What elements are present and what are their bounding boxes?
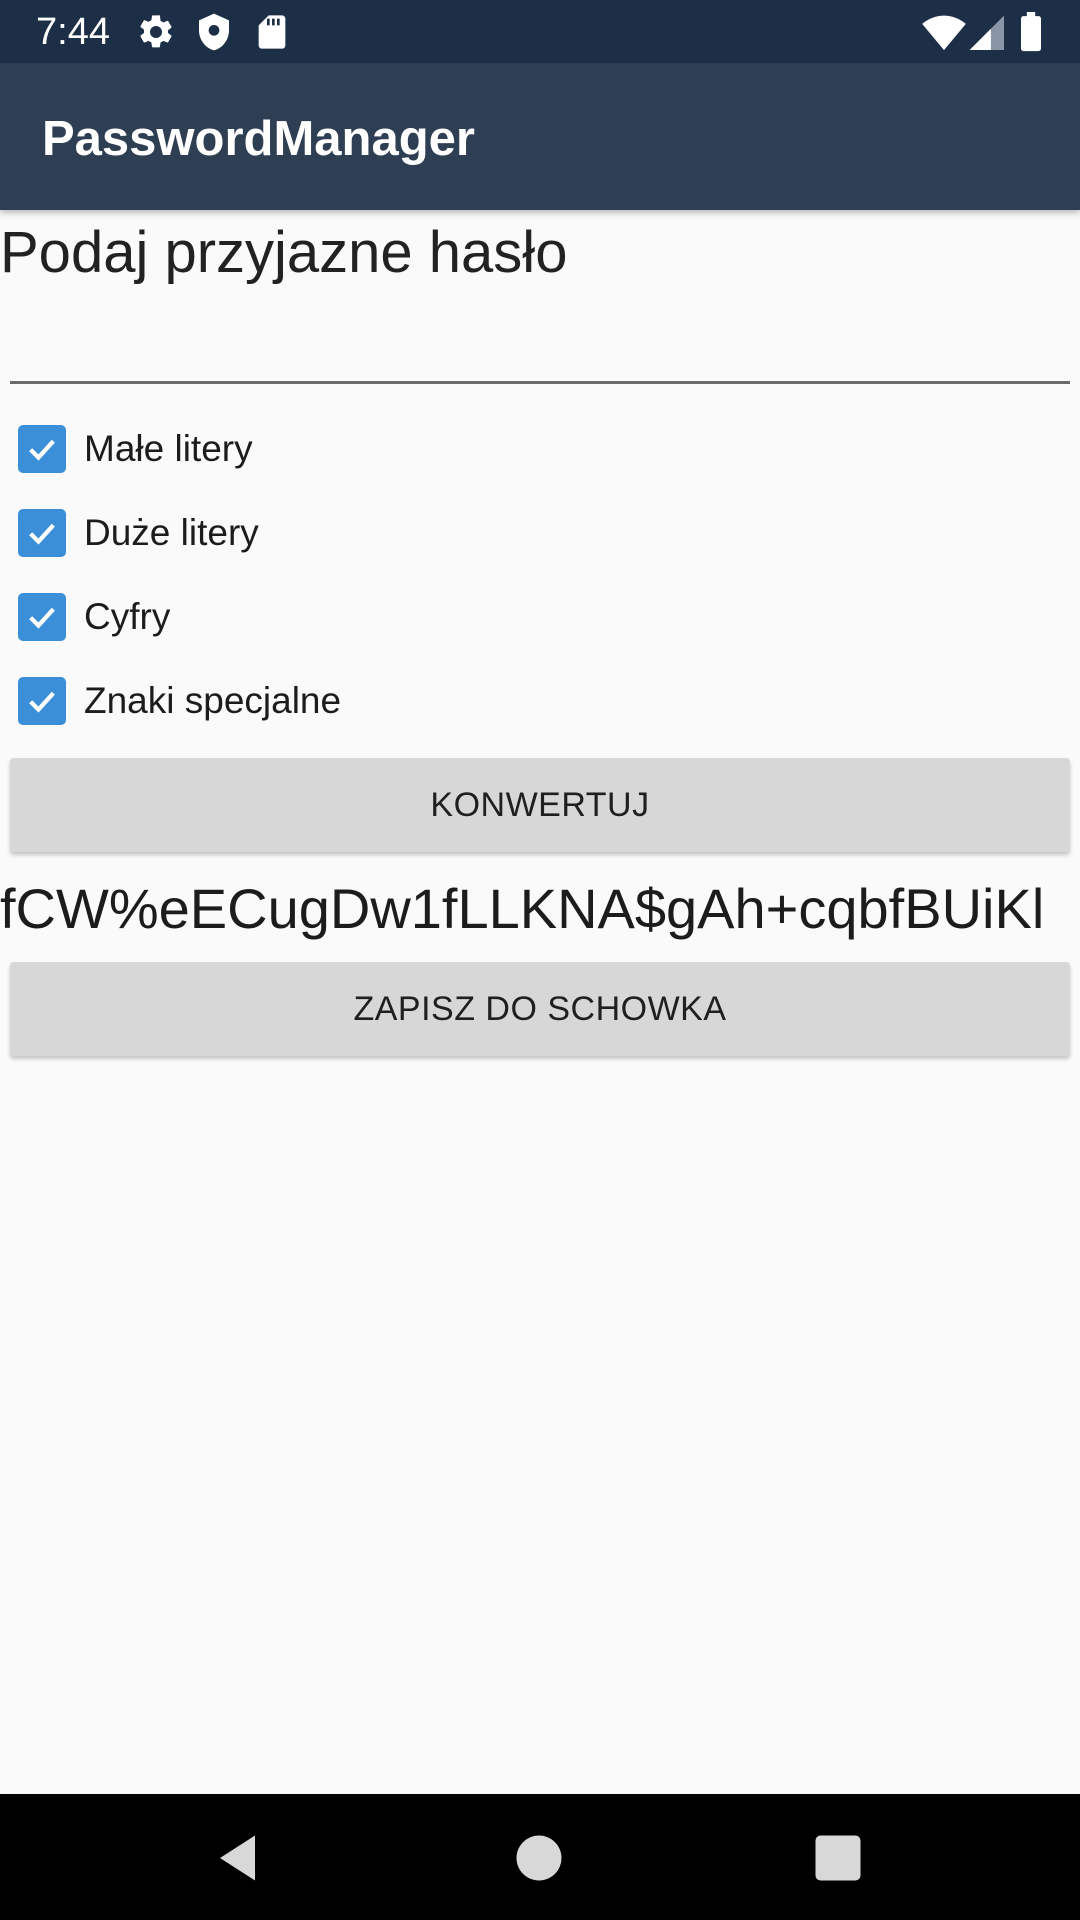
back-icon[interactable]: [210, 1828, 270, 1888]
sd-card-icon: [252, 12, 292, 52]
wifi-icon: [922, 12, 966, 52]
navigation-bar: [0, 1794, 1080, 1920]
convert-button[interactable]: KONWERTUJ: [10, 758, 1070, 852]
checkbox-checked-icon[interactable]: [18, 509, 66, 557]
recents-icon[interactable]: [808, 1828, 868, 1888]
checkbox-special-chars[interactable]: Znaki specjalne: [18, 671, 341, 731]
copy-to-clipboard-button[interactable]: ZAPISZ DO SCHOWKA: [10, 962, 1070, 1056]
signal-icon: [968, 12, 1008, 52]
shield-icon: [194, 12, 234, 52]
checkbox-label-digits: Cyfry: [84, 596, 171, 637]
battery-icon: [1018, 12, 1058, 52]
generated-password: fCW%eECugDw1fLLKNA$gAh+cqbfBUiKl: [0, 877, 1045, 940]
screen: 7:44 PasswordManager Podaj przyjazne has…: [0, 0, 1080, 1920]
app-bar: PasswordManager: [0, 63, 1080, 210]
gear-icon: [136, 12, 176, 52]
checkbox-uppercase[interactable]: Duże litery: [18, 503, 259, 563]
app-title: PasswordManager: [42, 112, 475, 166]
friendly-password-input[interactable]: [10, 300, 1070, 384]
checkbox-checked-icon[interactable]: [18, 593, 66, 641]
checkbox-digits[interactable]: Cyfry: [18, 587, 170, 647]
checkbox-checked-icon[interactable]: [18, 677, 66, 725]
checkbox-label-special-chars: Znaki specjalne: [84, 680, 342, 721]
checkbox-label-lowercase: Małe litery: [84, 428, 253, 469]
checkbox-checked-icon[interactable]: [18, 425, 66, 473]
checkbox-label-uppercase: Duże litery: [84, 512, 259, 553]
password-prompt-label: Podaj przyjazne hasło: [0, 220, 568, 285]
home-icon[interactable]: [509, 1828, 569, 1888]
status-time: 7:44: [36, 11, 110, 53]
status-bar: 7:44: [0, 0, 1080, 63]
checkbox-lowercase[interactable]: Małe litery: [18, 419, 253, 479]
